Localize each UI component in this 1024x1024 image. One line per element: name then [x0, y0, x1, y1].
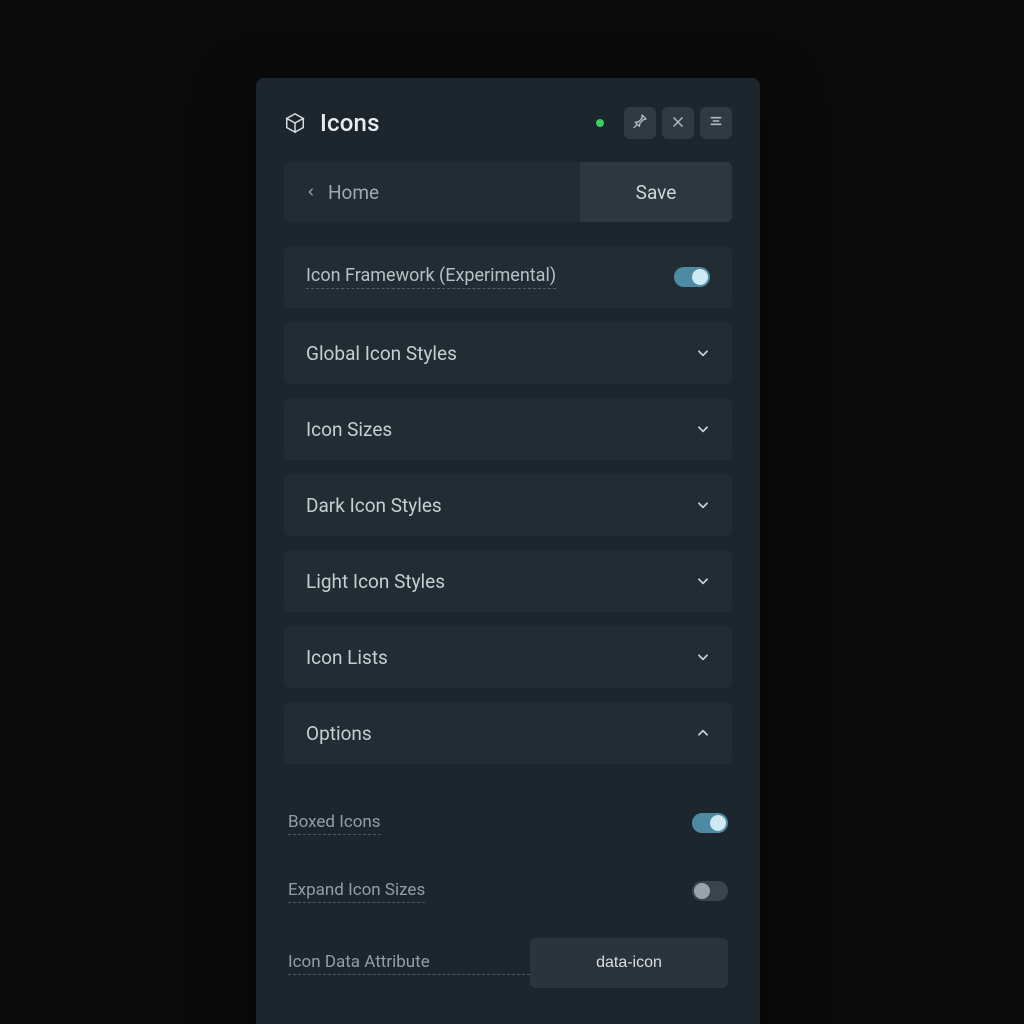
back-label: Home	[328, 181, 379, 204]
icon-framework-label: Icon Framework (Experimental)	[306, 265, 556, 289]
icon-framework-toggle[interactable]	[674, 267, 710, 287]
status-dot-icon	[596, 119, 604, 127]
icon-data-attribute-row: Icon Data Attribute	[288, 938, 728, 988]
nav-row: Home Save	[284, 162, 732, 222]
panel-header: Icons	[284, 102, 732, 144]
chevron-up-icon	[696, 726, 710, 740]
chevron-left-icon	[306, 181, 316, 204]
icon-framework-row: Icon Framework (Experimental)	[284, 246, 732, 308]
cube-icon	[284, 112, 306, 134]
accordion-options[interactable]: Options	[284, 702, 732, 764]
chevron-down-icon	[696, 346, 710, 360]
icon-data-attribute-label: Icon Data Attribute	[288, 952, 530, 975]
accordion-label: Dark Icon Styles	[306, 494, 442, 517]
chevron-down-icon	[696, 498, 710, 512]
menu-icon	[708, 113, 724, 133]
expand-icon-sizes-label: Expand Icon Sizes	[288, 880, 425, 903]
accordion-label: Global Icon Styles	[306, 342, 457, 365]
panel-title: Icons	[320, 109, 596, 137]
chevron-down-icon	[696, 650, 710, 664]
accordion-dark-icon-styles[interactable]: Dark Icon Styles	[284, 474, 732, 536]
boxed-icons-toggle[interactable]	[692, 813, 728, 833]
close-icon	[671, 114, 685, 133]
expand-icon-sizes-row: Expand Icon Sizes	[288, 862, 728, 920]
back-button[interactable]: Home	[284, 162, 580, 222]
boxed-icons-label: Boxed Icons	[288, 812, 381, 835]
accordion-label: Options	[306, 722, 372, 745]
pin-icon	[632, 113, 648, 133]
close-button[interactable]	[662, 107, 694, 139]
chevron-down-icon	[696, 574, 710, 588]
accordion-icon-lists[interactable]: Icon Lists	[284, 626, 732, 688]
accordion-label: Icon Sizes	[306, 418, 392, 441]
options-body: Boxed Icons Expand Icon Sizes Icon Data …	[284, 778, 732, 988]
pin-button[interactable]	[624, 107, 656, 139]
sections: Icon Framework (Experimental) Global Ico…	[284, 246, 732, 988]
menu-button[interactable]	[700, 107, 732, 139]
save-button[interactable]: Save	[580, 162, 732, 222]
accordion-label: Light Icon Styles	[306, 570, 445, 593]
accordion-light-icon-styles[interactable]: Light Icon Styles	[284, 550, 732, 612]
icons-panel: Icons	[256, 78, 760, 1024]
accordion-label: Icon Lists	[306, 646, 388, 669]
boxed-icons-row: Boxed Icons	[288, 794, 728, 852]
accordion-icon-sizes[interactable]: Icon Sizes	[284, 398, 732, 460]
chevron-down-icon	[696, 422, 710, 436]
expand-icon-sizes-toggle[interactable]	[692, 881, 728, 901]
save-label: Save	[636, 181, 677, 204]
icon-data-attribute-input[interactable]	[530, 938, 728, 988]
accordion-global-icon-styles[interactable]: Global Icon Styles	[284, 322, 732, 384]
